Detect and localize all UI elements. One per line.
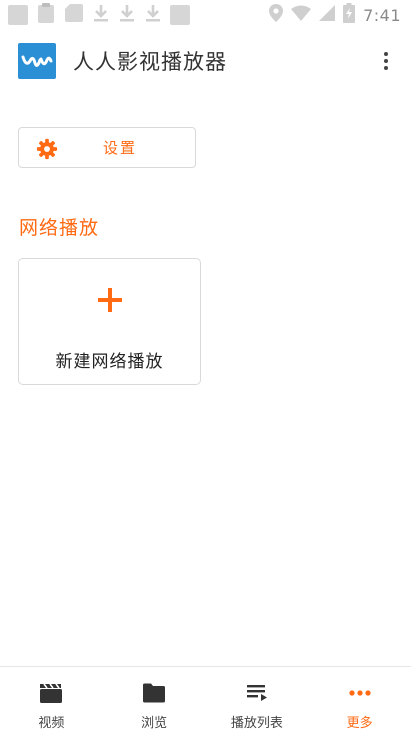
download-icon: [118, 3, 136, 27]
notification-icons: [8, 2, 190, 28]
nav-item-videos[interactable]: 视频: [0, 667, 103, 732]
screen: 7:41 人人影视播放器 设置 网络播放 新建网络播放 视频 浏览 播放列表 更…: [0, 0, 411, 732]
nav-item-browse[interactable]: 浏览: [103, 667, 206, 732]
nav-label: 更多: [346, 716, 373, 731]
clapperboard-icon: [39, 682, 63, 704]
network-section-title: 网络播放: [19, 217, 100, 239]
app-title: 人人影视播放器: [73, 50, 227, 74]
overflow-menu-button[interactable]: [373, 41, 399, 81]
overflow-dot: [384, 59, 388, 63]
status-bar: 7:41: [0, 0, 411, 30]
plus-icon: [98, 288, 122, 316]
nav-label: 浏览: [141, 716, 168, 731]
wifi-icon: [291, 5, 312, 25]
download-icon: [144, 3, 162, 27]
location-icon: [269, 4, 284, 26]
nav-item-playlist[interactable]: 播放列表: [206, 667, 309, 732]
nav-item-more[interactable]: 更多: [308, 667, 411, 732]
settings-button[interactable]: 设置: [18, 127, 196, 168]
status-clock: 7:41: [363, 5, 401, 25]
sd-card-icon: [64, 3, 84, 27]
nav-label: 视频: [38, 716, 65, 731]
system-icons: 7:41: [269, 3, 401, 27]
nav-label: 播放列表: [230, 716, 283, 731]
playlist-icon: [246, 682, 268, 704]
app-logo-icon: [21, 55, 53, 67]
new-network-play-label: 新建网络播放: [55, 352, 164, 372]
more-dots-icon: [349, 682, 371, 704]
overflow-dot: [384, 66, 388, 70]
folder-icon: [142, 682, 166, 704]
download-icon: [92, 3, 110, 27]
signal-icon: [319, 5, 336, 25]
clipboard-icon: [36, 2, 56, 28]
battery-charging-icon: [343, 3, 356, 27]
app-logo: [18, 43, 56, 79]
app-bar: 人人影视播放器: [0, 30, 411, 92]
gear-icon: [36, 138, 58, 164]
bottom-nav: 视频 浏览 播放列表 更多: [0, 666, 411, 732]
overflow-dot: [384, 52, 388, 56]
notification-square-icon: [8, 5, 28, 25]
notification-square-icon: [170, 5, 190, 25]
new-network-play-card[interactable]: 新建网络播放: [18, 258, 201, 385]
